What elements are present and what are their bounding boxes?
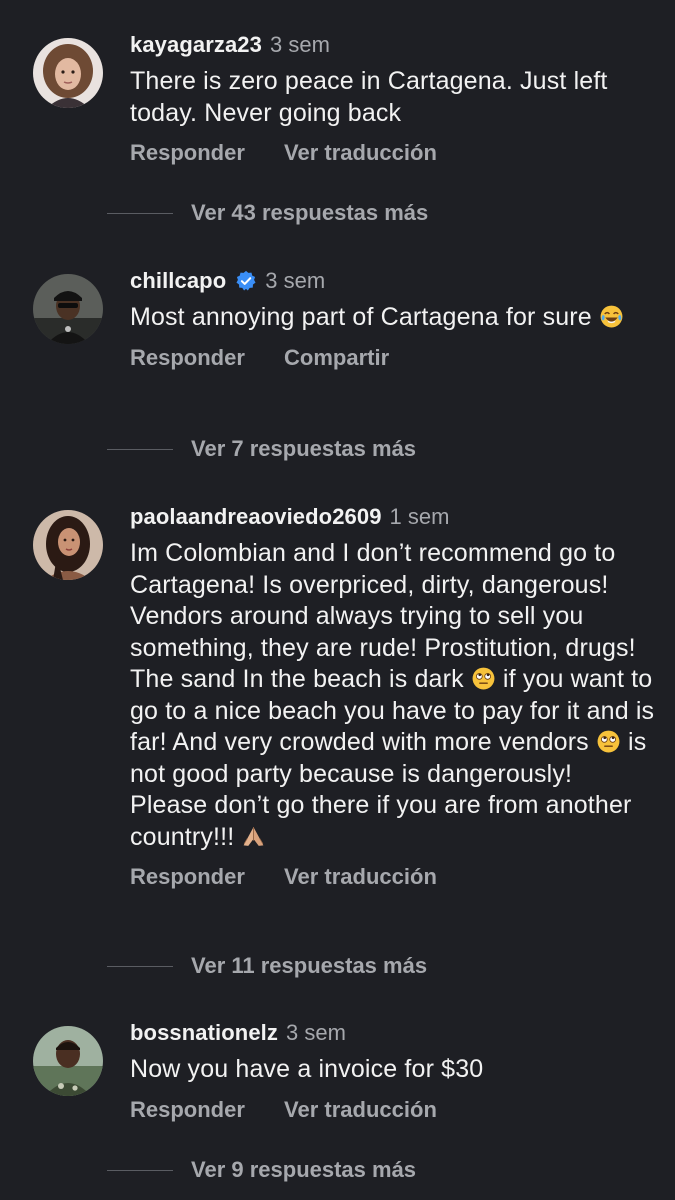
view-replies-label: Ver 9 respuestas más [191,1157,417,1182]
translate-button[interactable]: Ver traducción [284,1097,437,1123]
divider-line [107,965,173,967]
view-replies-label: Ver 43 respuestas más [191,200,429,225]
avatar[interactable] [33,1026,103,1096]
share-button[interactable]: Compartir [284,345,389,371]
verified-badge-icon [235,270,257,292]
comment-header: paolaandreaoviedo2609 1 sem [130,502,655,532]
reply-button[interactable]: Responder [130,345,245,371]
comment-body: chillcapo 3 sem Most annoying part of Ca… [130,266,655,371]
view-replies-button[interactable]: Ver 11 respuestas más [107,951,427,981]
comment-body: kayagarza23 3 sem There is zero peace in… [130,30,655,166]
translate-button[interactable]: Ver traducción [284,140,437,166]
reply-button[interactable]: Responder [130,1097,245,1123]
username[interactable]: kayagarza23 [130,32,262,58]
comment-text: Im Colombian and I don’t recommend go to… [130,538,655,853]
timestamp: 3 sem [265,268,326,293]
timestamp: 1 sem [389,504,450,529]
eye-roll-emoji-icon [471,666,496,691]
view-replies-button[interactable]: Ver 43 respuestas más [107,198,428,228]
comment-text: Most annoying part of Cartagena for sure [130,302,655,334]
comment-actions: Responder Ver traducción [130,140,655,166]
comment-header: chillcapo 3 sem [130,266,655,296]
comment-header: kayagarza23 3 sem [130,30,655,60]
comment-body: paolaandreaoviedo2609 1 sem Im Colombian… [130,502,655,890]
username[interactable]: paolaandreaoviedo2609 [130,504,382,530]
username[interactable]: chillcapo [130,268,226,294]
comment-actions: Responder Compartir [130,345,655,371]
avatar[interactable] [33,274,103,344]
tears-of-joy-emoji-icon [599,304,624,329]
comment-header: bossnationelz 3 sem [130,1018,655,1048]
folded-hands-emoji-icon [241,824,266,849]
comment-actions: Responder Ver traducción [130,864,655,890]
avatar[interactable] [33,38,103,108]
view-replies-label: Ver 11 respuestas más [191,953,428,978]
comment-actions: Responder Ver traducción [130,1097,655,1123]
divider-line [107,448,173,450]
divider-line [107,1169,173,1171]
view-replies-button[interactable]: Ver 7 respuestas más [107,434,416,464]
avatar[interactable] [33,510,103,580]
view-replies-label: Ver 7 respuestas más [191,436,417,461]
reply-button[interactable]: Responder [130,864,245,890]
timestamp: 3 sem [269,32,330,57]
comment-text-part: Most annoying part of Cartagena for sure [130,303,592,331]
comment-body: bossnationelz 3 sem Now you have a invoi… [130,1018,655,1123]
reply-button[interactable]: Responder [130,140,245,166]
comment-text: Now you have a invoice for $30 [130,1055,484,1083]
translate-button[interactable]: Ver traducción [284,864,437,890]
view-replies-button[interactable]: Ver 9 respuestas más [107,1155,416,1185]
username[interactable]: bossnationelz [130,1020,278,1046]
divider-line [107,212,173,214]
eye-roll-emoji-icon [596,729,621,754]
timestamp: 3 sem [286,1020,346,1045]
comment-text: There is zero peace in Cartagena. Just l… [130,67,608,127]
